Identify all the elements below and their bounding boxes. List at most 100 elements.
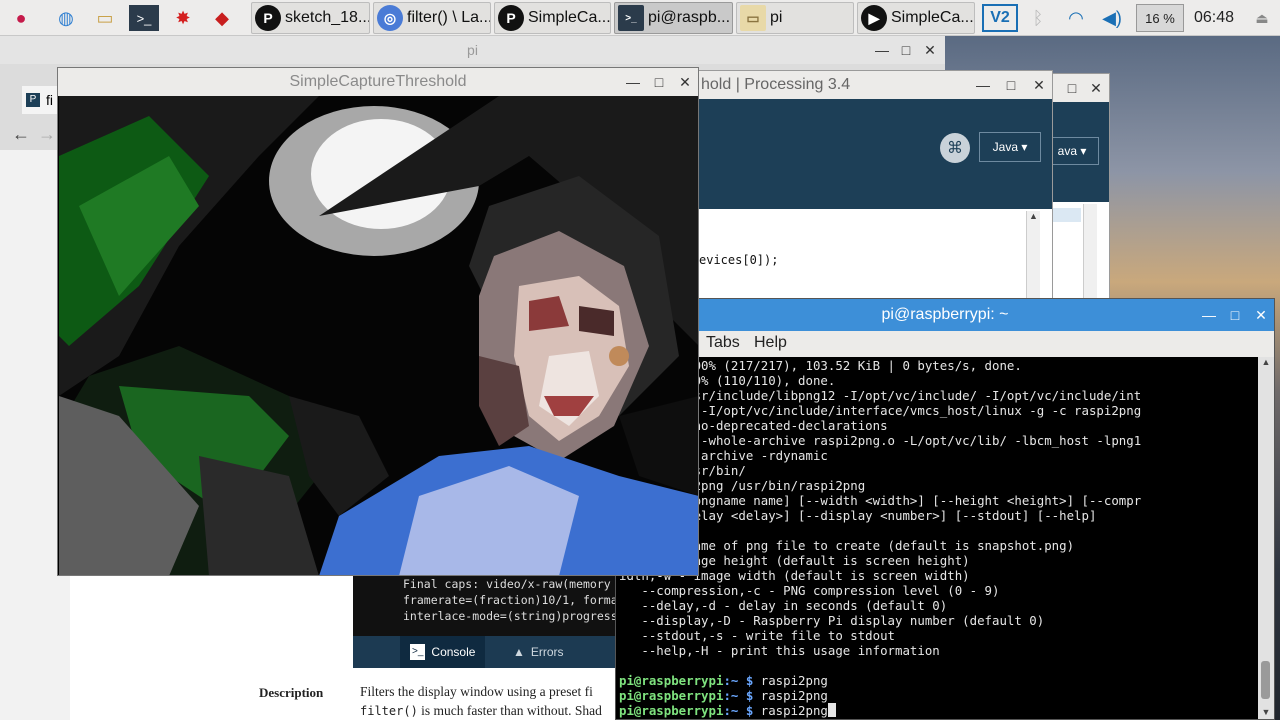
terminal-line: idth,-w - image width (default is screen… (619, 568, 970, 583)
maximize-icon[interactable]: □ (1065, 80, 1079, 96)
task-folder[interactable]: ▭ pi (736, 2, 854, 34)
processing-titlebar: hold | Processing 3.4 — □ ✕ (651, 71, 1052, 99)
console-output: Final caps: video/x-raw(memory framerate=… (403, 577, 618, 623)
close-icon[interactable]: ✕ (923, 42, 937, 59)
terminal-line: s/pthreads -I/opt/vc/include/interface/v… (619, 403, 1142, 418)
terminal-line: pi2png [--pngname name] [--width <width>… (619, 493, 1142, 508)
description-label: Description (259, 685, 324, 700)
back-arrow-icon[interactable]: ← (12, 124, 30, 145)
warning-icon: ▲ (513, 645, 525, 659)
posterized-webcam-image (59, 96, 698, 575)
eject-icon[interactable]: ⏏ (1250, 4, 1274, 32)
terminal-line: --compression,-c - PNG compression level… (619, 583, 1000, 598)
menu-help[interactable]: Help (754, 334, 787, 352)
scroll-down-icon[interactable]: ▼ (1258, 707, 1274, 717)
file-manager-icon[interactable]: ▭ (90, 3, 120, 33)
terminal-line: vel>] [--delay <delay>] [--display <numb… (619, 508, 1097, 523)
processing-icon: P (498, 5, 524, 31)
threshold-video-feed (59, 96, 698, 575)
description-text-2: filter() is much faster than without. Sh… (360, 703, 602, 718)
processing-icon: P (255, 5, 281, 31)
processing-editor: evices[0]); ▲ (651, 209, 1052, 304)
folder-icon: ▭ (740, 5, 766, 31)
taskbar: ● ◍ ▭ >_ ✸ ◆ P sketch_18... ◎ filter() \… (0, 0, 1280, 36)
maximize-icon[interactable]: □ (652, 74, 666, 90)
terminal-line: 755 raspi2png /usr/bin/raspi2png (619, 478, 866, 493)
processing-favicon-icon: P (26, 93, 40, 107)
globe-browser-icon[interactable]: ◍ (51, 3, 81, 33)
minimize-icon[interactable]: — (1202, 307, 1216, 323)
tab-errors[interactable]: ▲ Errors (503, 636, 574, 668)
terminal-scrollbar[interactable]: ▲ ▼ (1258, 357, 1274, 719)
terminal-line: ht,-h - image height (default is screen … (619, 553, 970, 568)
math-kernel-icon[interactable]: ✸ (168, 3, 198, 33)
prompt-line: pi@raspberrypi:~ $ raspi2png (619, 688, 828, 703)
mode-select[interactable]: ava ▾ (1045, 137, 1099, 165)
terminal-line: --help,-H - print this usage information (619, 643, 940, 658)
close-icon[interactable]: ✕ (1254, 307, 1268, 324)
close-icon[interactable]: ✕ (678, 74, 692, 91)
terminal-line: --stdout,-s - write file to stdout (619, 628, 896, 643)
capture-window: SimpleCaptureThreshold — □ ✕ (57, 67, 699, 576)
terminal-line: deltas: 100% (110/110), done. (619, 373, 836, 388)
maximize-icon[interactable]: □ (1228, 307, 1242, 323)
minimize-icon[interactable]: — (626, 74, 640, 90)
capture-titlebar: SimpleCaptureThreshold — □ ✕ (58, 68, 698, 96)
browser-titlebar: pi — □ ✕ (0, 36, 945, 64)
debugger-icon[interactable]: ⌘ (940, 133, 970, 163)
processing-console: Final caps: video/x-raw(memory framerate=… (353, 576, 618, 668)
terminal-line: i2png -Wl,--whole-archive raspi2png.o -L… (619, 433, 1142, 448)
tab-console[interactable]: >_ Console (400, 636, 486, 668)
task-sketch[interactable]: P sketch_18... (251, 2, 370, 34)
browser-title: pi (467, 42, 478, 58)
bluetooth-icon[interactable]: ᛒ (1026, 4, 1050, 32)
terminal-line: --delay,-d - delay in seconds (default 0… (619, 598, 948, 613)
maximize-icon[interactable]: □ (899, 42, 913, 58)
terminal-line: ame,-p - name of png file to create (def… (619, 538, 1075, 553)
forward-arrow-icon[interactable]: → (38, 124, 56, 145)
task-terminal[interactable]: >_ pi@raspb... (614, 2, 733, 34)
scroll-up-icon[interactable]: ▲ (1027, 211, 1040, 221)
raspberry-menu-icon[interactable]: ● (6, 3, 36, 33)
processing-window: hold | Processing 3.4 — □ ✕ ⌘ Java ▾ evi… (650, 70, 1053, 305)
terminal-icon: >_ (618, 5, 644, 31)
task-simplecapture-2[interactable]: ▶ SimpleCa... (857, 2, 975, 34)
console-tabs: >_ Console ▲ Errors (353, 636, 618, 668)
terminal-window: pi@raspberrypi: ~ — □ ✕ Tabs Help object… (615, 298, 1275, 720)
browser-tab[interactable]: P fi (22, 86, 62, 114)
terminal-launcher-icon[interactable]: >_ (129, 5, 159, 31)
close-icon[interactable]: ✕ (1032, 77, 1046, 94)
terminal-line: objects: 100% (217/217), 103.52 KiB | 0 … (619, 358, 1022, 373)
wifi-icon[interactable]: ◠ (1062, 4, 1090, 32)
text-cursor (827, 703, 836, 717)
task-chromium[interactable]: ◎ filter() \ La... (373, 2, 491, 34)
wolfram-icon[interactable]: ◆ (207, 3, 237, 33)
minimize-icon[interactable]: — (875, 42, 889, 58)
processing-toolbar: ⌘ Java ▾ (651, 99, 1052, 209)
maximize-icon[interactable]: □ (1004, 77, 1018, 93)
play-icon: ▶ (861, 5, 887, 31)
scroll-up-icon[interactable]: ▲ (1258, 357, 1274, 367)
volume-icon[interactable]: ◀) (1098, 4, 1126, 32)
terminal-line: g -O3 -I/usr/include/libpng12 -I/opt/vc/… (619, 388, 1142, 403)
scroll-thumb[interactable] (1261, 661, 1270, 699)
editor-scrollbar[interactable]: ▲ (1026, 211, 1040, 304)
description-text: Filters the display window using a prese… (360, 684, 593, 699)
terminal-line: --display,-D - Raspberry Pi display numb… (619, 613, 1045, 628)
menu-tabs[interactable]: Tabs (706, 334, 740, 352)
console-icon: >_ (410, 644, 426, 660)
terminal-line: --no-whole-archive -rdynamic (619, 448, 828, 463)
terminal-menubar: Tabs Help (616, 331, 1274, 357)
cpu-monitor: 16 % (1136, 4, 1184, 32)
terminal-output[interactable]: objects: 100% (217/217), 103.52 KiB | 0 … (616, 357, 1258, 719)
mode-select[interactable]: Java ▾ (979, 132, 1041, 162)
editor-scrollbar[interactable] (1083, 204, 1097, 302)
vnc-icon[interactable]: V2 (982, 4, 1018, 32)
minimize-icon[interactable]: — (976, 77, 990, 93)
close-icon[interactable]: ✕ (1089, 80, 1103, 97)
task-simplecapture-1[interactable]: P SimpleCa... (494, 2, 611, 34)
prompt-line: pi@raspberrypi:~ $ raspi2png (619, 673, 828, 688)
prompt-line: pi@raspberrypi:~ $ raspi2png (619, 703, 1258, 718)
